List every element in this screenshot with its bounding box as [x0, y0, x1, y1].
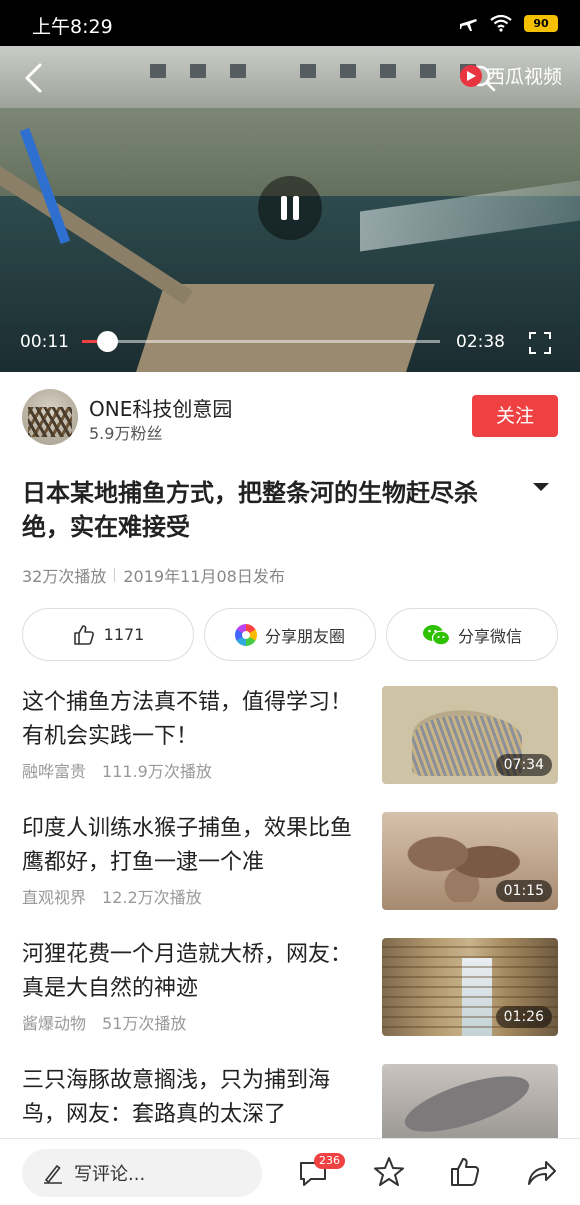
star-icon[interactable] — [372, 1155, 406, 1189]
related-duration: 01:15 — [495, 880, 552, 902]
related-source: 融哗富贵 — [22, 762, 87, 781]
comment-count-badge: 236 — [314, 1153, 345, 1169]
status-bar: 上午8:29 90 — [0, 0, 580, 46]
video-current-time: 00:11 — [20, 332, 69, 352]
like-button[interactable]: 1171 — [22, 608, 194, 661]
related-thumbnail[interactable]: 01:26 — [382, 938, 558, 1036]
follow-button[interactable]: 关注 — [472, 395, 558, 437]
battery-icon: 90 — [524, 14, 558, 32]
related-thumbnail[interactable]: 01:15 — [382, 812, 558, 910]
video-progress-knob[interactable] — [97, 331, 118, 352]
avatar[interactable] — [22, 389, 78, 445]
video-player[interactable]: 西瓜视频 00:11 02:38 — [0, 46, 580, 372]
bottom-bar: 写评论... 236 — [0, 1138, 580, 1205]
related-source: 直观视界 — [22, 888, 87, 907]
xigua-logo-text: 西瓜视频 — [485, 66, 562, 88]
related-plays: 51万次播放 — [102, 1014, 187, 1033]
comment-input[interactable]: 写评论... — [22, 1149, 262, 1197]
pen-icon — [44, 1164, 62, 1184]
share-wechat-button[interactable]: 分享微信 — [386, 608, 558, 661]
video-meta: 32万次播放 2019年11月08日发布 — [22, 563, 285, 587]
related-item[interactable]: 印度人训练水猴子捕鱼，效果比鱼鹰都好，打鱼一逮一个准 直观视界 12.2万次播放 … — [22, 812, 558, 912]
share-wechat-label: 分享微信 — [457, 626, 522, 646]
related-duration: 01:26 — [495, 1006, 552, 1028]
share-moments-button[interactable]: 分享朋友圈 — [204, 608, 376, 661]
author-fans: 5.9万粉丝 — [89, 424, 163, 443]
related-title: 三只海豚故意搁浅，只为捕到海鸟，网友：套路真的太深了 — [22, 1068, 331, 1127]
related-meta: 酱爆动物 51万次播放 — [22, 1010, 186, 1034]
related-item[interactable]: 河狸花费一个月造就大桥，网友：真是大自然的神迹 酱爆动物 51万次播放 01:26 — [22, 938, 558, 1038]
xigua-logo: 西瓜视频 — [459, 62, 562, 89]
comment-placeholder: 写评论... — [74, 1164, 146, 1185]
pause-button[interactable] — [258, 176, 322, 240]
fullscreen-icon[interactable] — [528, 331, 552, 355]
related-item[interactable]: 这个捕鱼方法真不错，值得学习！有机会实践一下！ 融哗富贵 111.9万次播放 07… — [22, 686, 558, 786]
status-time: 上午8:29 — [32, 16, 113, 38]
status-icons: 90 — [458, 13, 558, 33]
related-thumbnail[interactable]: 07:34 — [382, 686, 558, 784]
video-progress-bar[interactable] — [82, 331, 440, 352]
share-moments-label: 分享朋友圈 — [264, 626, 345, 646]
thumbs-up-icon — [73, 624, 94, 645]
related-duration: 07:34 — [495, 754, 552, 776]
meta-divider — [114, 568, 116, 582]
expand-title-icon[interactable] — [533, 483, 549, 491]
play-count: 32万次播放 — [22, 567, 107, 586]
moments-icon — [234, 623, 257, 646]
like-count: 1171 — [103, 625, 145, 644]
action-row: 1171 分享朋友圈 分享微信 — [22, 608, 558, 661]
video-title: 日本某地捕鱼方式，把整条河的生物赶尽杀绝，实在难接受 — [22, 479, 478, 541]
publish-date: 2019年11月08日发布 — [123, 567, 285, 586]
related-plays: 111.9万次播放 — [102, 762, 212, 781]
related-meta: 直观视界 12.2万次播放 — [22, 884, 202, 908]
thumbs-up-icon[interactable] — [448, 1155, 482, 1189]
share-icon[interactable] — [524, 1155, 558, 1189]
video-duration: 02:38 — [456, 332, 505, 352]
related-meta: 融哗富贵 111.9万次播放 — [22, 758, 212, 782]
wifi-icon — [490, 14, 512, 32]
related-title: 印度人训练水猴子捕鱼，效果比鱼鹰都好，打鱼一逮一个准 — [22, 816, 353, 875]
author-name[interactable]: ONE科技创意园 — [89, 393, 232, 422]
author-row: ONE科技创意园 5.9万粉丝 关注 — [22, 389, 558, 445]
related-title: 这个捕鱼方法真不错，值得学习！有机会实践一下！ — [22, 690, 353, 749]
related-title: 河狸花费一个月造就大桥，网友：真是大自然的神迹 — [22, 942, 353, 1001]
airplane-mode-icon — [460, 19, 477, 31]
related-plays: 12.2万次播放 — [102, 888, 202, 907]
xigua-logo-icon — [459, 64, 482, 87]
wechat-icon — [422, 624, 450, 645]
back-icon[interactable] — [20, 62, 48, 94]
related-source: 酱爆动物 — [22, 1014, 87, 1033]
